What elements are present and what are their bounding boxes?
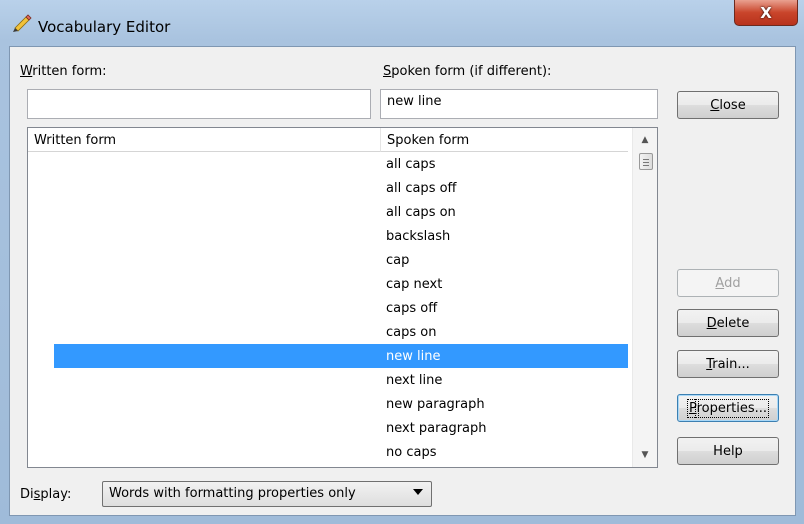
window-title: Vocabulary Editor xyxy=(38,18,171,36)
spoken-form-cell: all caps off xyxy=(386,181,457,196)
spoken-form-cell: cap xyxy=(386,253,410,268)
help-button-label: Help xyxy=(713,443,743,459)
delete-button[interactable]: Delete xyxy=(677,309,779,337)
list-item[interactable]: no caps xyxy=(28,440,628,464)
spoken-form-cell: new line xyxy=(386,349,441,364)
vertical-scrollbar[interactable]: ▲ ▼ xyxy=(632,128,657,467)
spoken-form-cell: all caps on xyxy=(386,205,456,220)
display-label: Display: xyxy=(20,487,72,502)
spoken-form-cell: caps on xyxy=(386,325,437,340)
list-item[interactable]: cap next xyxy=(28,272,628,296)
spoken-form-cell: all caps xyxy=(386,157,436,172)
scroll-thumb[interactable] xyxy=(639,153,653,170)
chevron-down-icon[interactable] xyxy=(413,489,423,495)
properties-button-label: Properties... xyxy=(686,398,770,418)
list-item[interactable]: all caps off xyxy=(28,176,628,200)
list-item[interactable]: all caps on xyxy=(28,200,628,224)
dialog-body: Written form: Spoken form (if different)… xyxy=(9,46,796,516)
add-button-label: Add xyxy=(715,275,741,291)
spoken-form-cell: new paragraph xyxy=(386,397,485,412)
display-select-value: Words with formatting properties only xyxy=(109,486,356,501)
list-item[interactable]: all caps xyxy=(28,152,628,176)
pencil-icon xyxy=(13,14,32,32)
train-button-label: Train... xyxy=(706,356,750,372)
spoken-form-cell: no caps xyxy=(386,445,437,460)
list-item[interactable]: cap xyxy=(28,248,628,272)
close-icon: X xyxy=(760,3,772,22)
list-item[interactable]: backslash xyxy=(28,224,628,248)
spoken-form-cell: next paragraph xyxy=(386,421,487,436)
display-select[interactable]: Words with formatting properties only xyxy=(102,481,432,507)
close-window-button[interactable]: X xyxy=(734,0,798,26)
written-form-input[interactable] xyxy=(27,89,371,119)
list-item[interactable]: next paragraph xyxy=(28,416,628,440)
arrow-down-icon[interactable]: ▼ xyxy=(633,445,657,465)
list-item[interactable]: new paragraph xyxy=(28,392,628,416)
close-button[interactable]: Close xyxy=(677,91,779,119)
delete-button-label: Delete xyxy=(706,315,750,331)
vocabulary-list[interactable]: Written form Spoken form all caps all cap… xyxy=(27,127,658,468)
spoken-form-label: Spoken form (if different): xyxy=(383,64,552,79)
properties-button[interactable]: Properties... xyxy=(677,394,779,422)
vocabulary-editor-window: Vocabulary Editor X Written form: Spoken… xyxy=(0,0,804,524)
list-item[interactable]: next line xyxy=(28,368,628,392)
train-button[interactable]: Train... xyxy=(677,350,779,378)
spoken-form-cell: next line xyxy=(386,373,443,388)
list-item[interactable]: caps on xyxy=(28,320,628,344)
spoken-form-input[interactable]: new line xyxy=(380,89,658,119)
spoken-form-cell: cap next xyxy=(386,277,443,292)
written-form-label: Written form: xyxy=(20,64,107,79)
column-header-spoken-form[interactable]: Spoken form xyxy=(381,128,628,152)
list-item[interactable]: caps off xyxy=(28,296,628,320)
arrow-up-icon[interactable]: ▲ xyxy=(633,130,657,150)
help-button[interactable]: Help xyxy=(677,437,779,465)
column-header-written-form[interactable]: Written form xyxy=(28,128,381,152)
list-item[interactable]: new line xyxy=(54,344,628,368)
close-button-label: Close xyxy=(710,97,746,113)
add-button[interactable]: Add xyxy=(677,269,779,297)
title-bar[interactable]: Vocabulary Editor X xyxy=(0,0,804,46)
spoken-form-cell: caps off xyxy=(386,301,438,316)
spoken-form-cell: backslash xyxy=(386,229,451,244)
